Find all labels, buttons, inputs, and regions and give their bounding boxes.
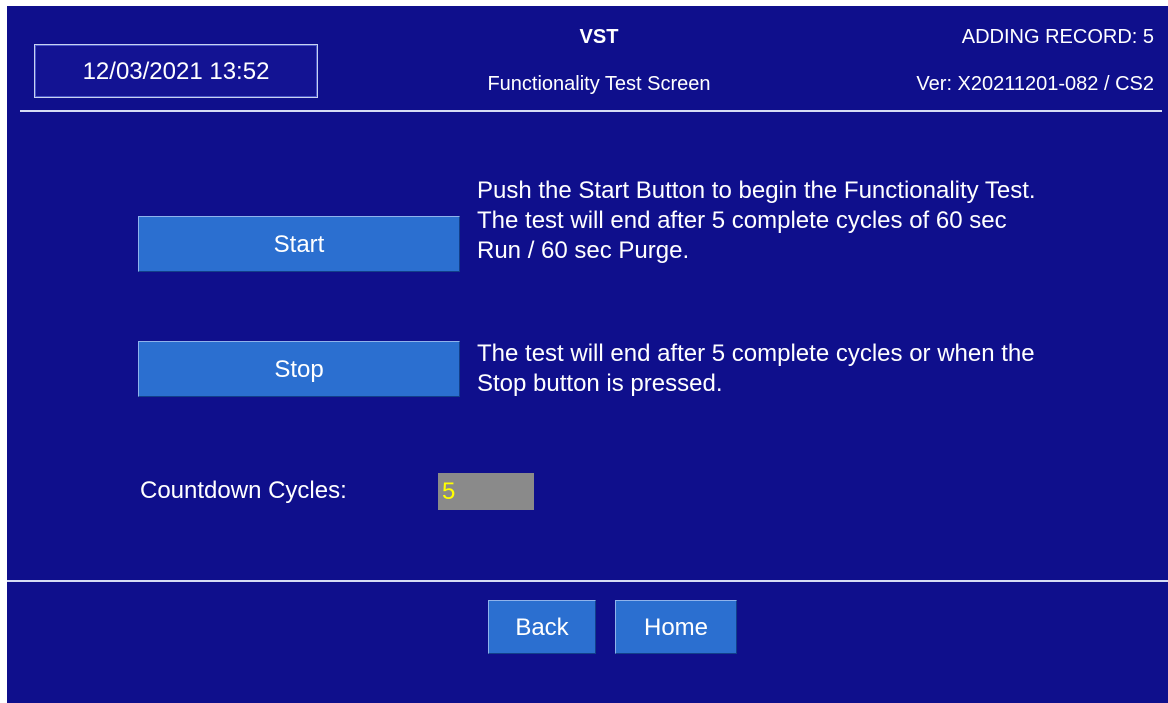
datetime-display: 12/03/2021 13:52 <box>34 44 318 98</box>
start-button[interactable]: Start <box>138 216 460 272</box>
record-status: ADDING RECORD: 5 <box>961 26 1154 48</box>
countdown-label: Countdown Cycles: <box>140 477 347 504</box>
footer-divider <box>7 580 1168 582</box>
back-button[interactable]: Back <box>488 600 596 654</box>
home-button[interactable]: Home <box>615 600 737 654</box>
header-divider <box>20 110 1162 112</box>
version-label: Ver: X20211201-082 / CS2 <box>916 73 1154 95</box>
app-title: VST <box>579 26 619 48</box>
screen-title: Functionality Test Screen <box>487 73 711 95</box>
stop-button[interactable]: Stop <box>138 341 460 397</box>
start-description: Push the Start Button to begin the Funct… <box>477 177 1036 264</box>
hmi-screen: 12/03/2021 13:52 VST Functionality Test … <box>7 6 1168 703</box>
stop-description: The test will end after 5 complete cycle… <box>477 340 1035 397</box>
countdown-value: 5 <box>438 473 534 510</box>
